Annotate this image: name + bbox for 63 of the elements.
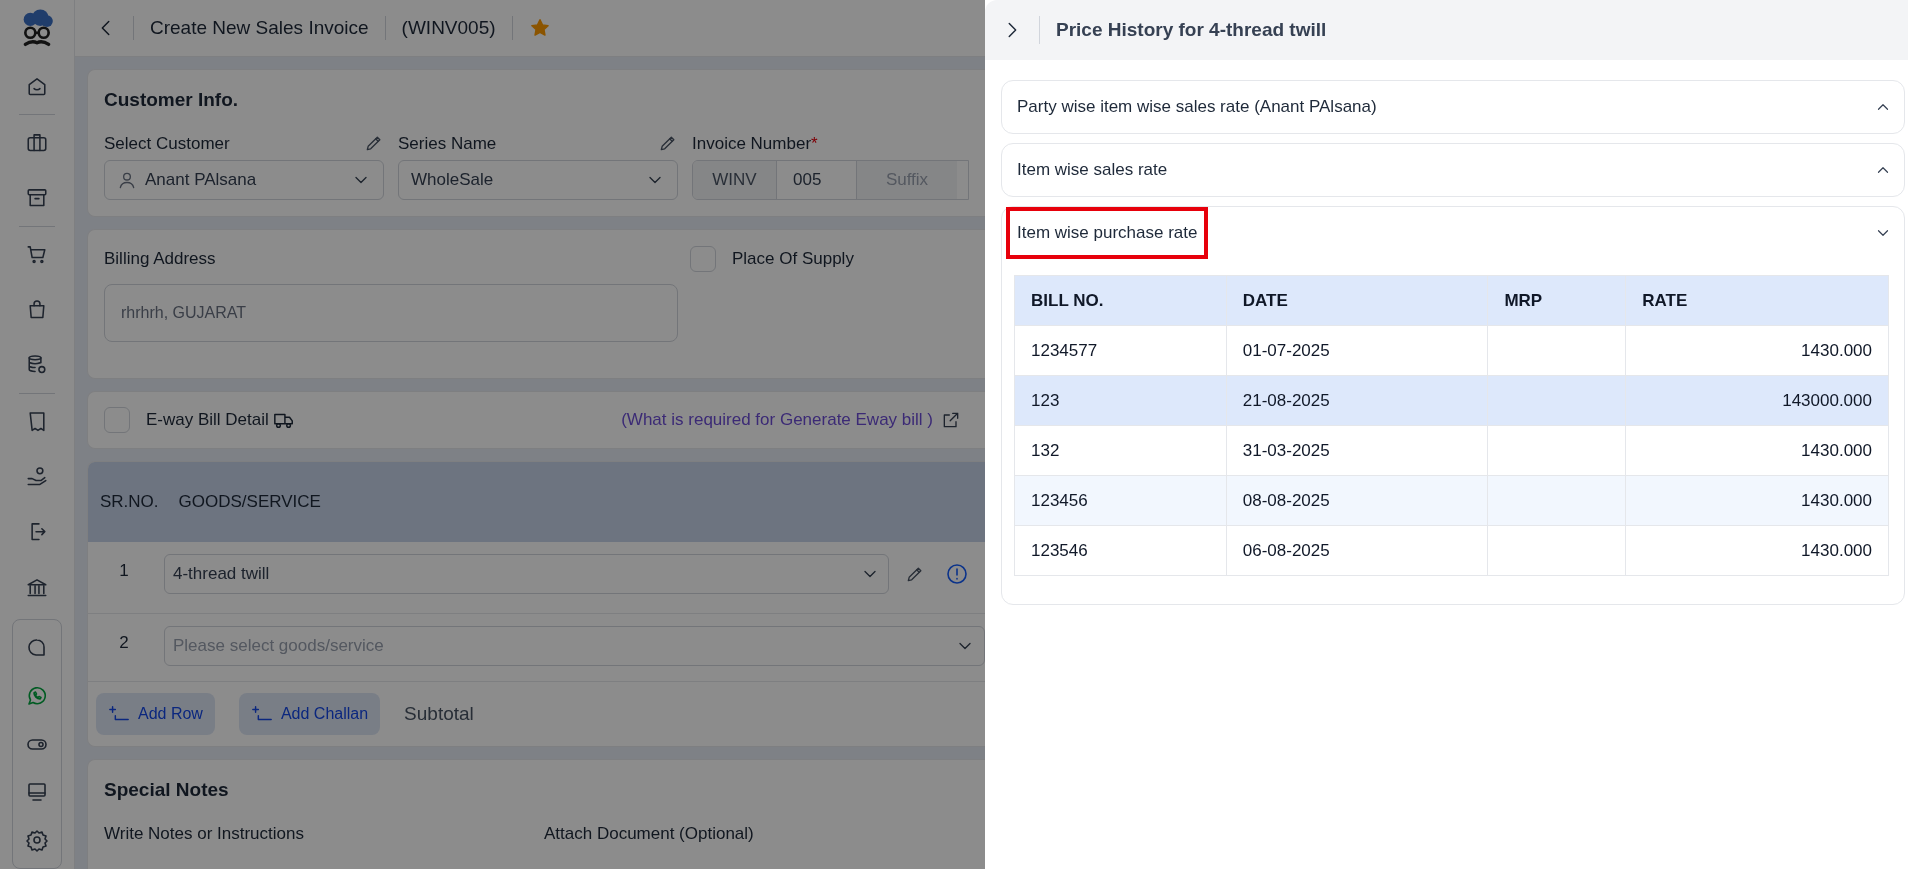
- settings-icon[interactable]: [25, 828, 49, 853]
- series-field[interactable]: WholeSale: [398, 160, 678, 200]
- column-header: MRP: [1487, 275, 1626, 326]
- field-label: Attach Document (Optional): [544, 822, 754, 845]
- section-heading: Customer Info.: [104, 88, 240, 112]
- table-cell: 06-08-2025: [1226, 525, 1488, 576]
- table-cell: 21-08-2025: [1226, 375, 1488, 426]
- table-cell: 143000.000: [1625, 375, 1889, 426]
- checkbox-label: Place Of Supply: [732, 248, 854, 271]
- column-header: GOODS/SERVICE: [178, 491, 321, 514]
- table-cell: 1234577: [1014, 325, 1227, 376]
- table-cell: 1430.000: [1625, 525, 1889, 576]
- table-row[interactable]: 123 21-08-2025 143000.000: [1014, 375, 1889, 426]
- field-label: Select Customer: [104, 132, 230, 155]
- row-number: 1: [118, 560, 130, 582]
- checkbox-label: E-way Bill Detail: [146, 409, 269, 432]
- table-cell: 132: [1014, 425, 1227, 476]
- page-title: Create New Sales Invoice: [150, 15, 369, 40]
- invoice-code: (WINV005): [401, 15, 496, 40]
- field-value: WholeSale: [411, 169, 495, 192]
- table-row[interactable]: 1234577 01-07-2025 1430.000: [1014, 325, 1889, 376]
- customer-field[interactable]: Anant PAlsana: [104, 160, 384, 200]
- table-cell: 01-07-2025: [1226, 325, 1488, 376]
- column-header: DATE: [1226, 275, 1488, 326]
- field-label: Billing Address: [104, 248, 217, 270]
- field-label: Series Name: [398, 132, 497, 155]
- accordion-header[interactable]: Item wise sales rate: [1006, 145, 1179, 195]
- field-value: Anant PAlsana: [145, 169, 258, 192]
- table-row[interactable]: 123456 08-08-2025 1430.000: [1014, 475, 1889, 526]
- table-cell: 123: [1014, 375, 1227, 426]
- table-row[interactable]: 132 31-03-2025 1430.000: [1014, 425, 1889, 476]
- checkbox[interactable]: [690, 246, 716, 272]
- goods-field[interactable]: Please select goods/service: [164, 626, 985, 666]
- checkbox[interactable]: [104, 407, 130, 433]
- info-icon[interactable]: [945, 562, 969, 586]
- external-link-icon[interactable]: [941, 410, 961, 430]
- user-icon: [117, 170, 137, 190]
- goods-field[interactable]: 4-thread twill: [164, 554, 889, 594]
- add-button[interactable]: Add Row: [96, 693, 215, 735]
- table-cell: 123546: [1014, 525, 1227, 576]
- table-row[interactable]: 123546 06-08-2025 1430.000: [1014, 525, 1889, 576]
- star-icon[interactable]: [528, 17, 551, 39]
- table-cell: 1430.000: [1625, 475, 1889, 526]
- accordion-header[interactable]: Item wise purchase rate: [1006, 207, 1209, 259]
- column-header: RATE: [1625, 275, 1889, 326]
- add-button[interactable]: Add Challan: [238, 693, 381, 735]
- field-value: 4-thread twill: [173, 563, 271, 586]
- table-cell: 123456: [1014, 475, 1227, 526]
- field-label: Write Notes or Instructions: [104, 822, 305, 845]
- table-cell: 1430.000: [1625, 325, 1889, 376]
- section-heading: Special Notes: [104, 778, 230, 802]
- column-header: BILL NO.: [1014, 275, 1227, 326]
- table-cell: 31-03-2025: [1226, 425, 1488, 476]
- field-label: Invoice Number*: [692, 132, 819, 155]
- table-cell: 1430.000: [1625, 425, 1889, 476]
- accordion-header[interactable]: Party wise item wise sales rate (Anant PAlsana): [1006, 82, 1388, 132]
- table-cell: 08-08-2025: [1226, 475, 1488, 526]
- row-number: 2: [118, 632, 130, 654]
- help-link[interactable]: (What is required for Generate Eway bill ): [621, 407, 933, 433]
- address-field[interactable]: rhrhrh, GUJARAT: [104, 283, 678, 342]
- column-header: SR.NO.: [100, 491, 159, 514]
- subtotal-label: Subtotal: [404, 701, 474, 726]
- panel-title: Price History for 4-thread twill: [1056, 17, 1327, 42]
